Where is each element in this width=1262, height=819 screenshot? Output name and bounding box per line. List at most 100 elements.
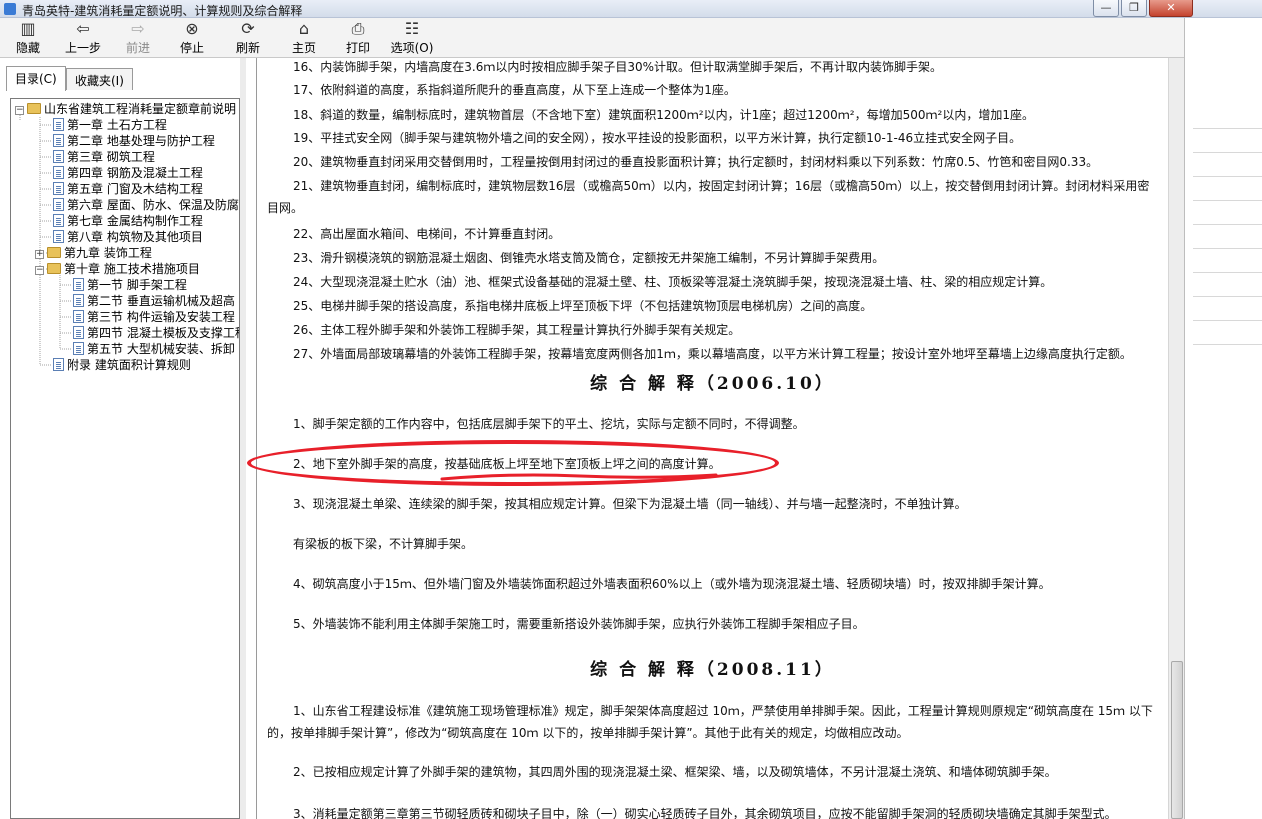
tree-item-chapter-7[interactable]: 第七章 金属结构制作工程 [53, 213, 203, 229]
explanation-2006-4: 4、砌筑高度小于15ｍ、但外墙门窗及外墙装饰面积超过外墙表面积60%以上（或外墙… [293, 577, 1051, 591]
tree-item-section-1[interactable]: 第一节 脚手架工程 [73, 277, 187, 293]
document-icon [53, 166, 64, 179]
tree-item-label: 第一章 土石方工程 [67, 118, 167, 132]
tree-item-label: 第九章 装饰工程 [64, 246, 152, 260]
scrollbar-thumb[interactable] [1171, 661, 1183, 819]
forward-button[interactable]: ⇨ 前进 [118, 20, 158, 56]
rule-19: 19、平挂式安全网（脚手架与建筑物外墙之间的安全网），按水平挂设的投影面积，以平… [293, 131, 1022, 145]
tree-root-label: 山东省建筑工程消耗量定额章前说明 [44, 102, 237, 116]
rule-20: 20、建筑物垂直封闭采用交替倒用时，工程量按倒用封闭过的垂直投影面积计算；执行定… [293, 155, 1099, 169]
explanation-2008-2: 2、已按相应规定计算了外脚手架的建筑物，其四周外围的现浇混凝土梁、框架梁、墙，以… [293, 765, 1057, 779]
print-button[interactable]: ⎙ 打印 [338, 20, 378, 56]
forward-arrow-icon: ⇨ [131, 19, 145, 38]
expand-icon[interactable]: + [35, 250, 44, 259]
vertical-scrollbar[interactable] [1168, 58, 1184, 819]
pane-splitter[interactable] [240, 58, 246, 819]
maximize-icon: ❐ [1129, 1, 1139, 14]
tree-item-chapter-9[interactable]: + 第九章 装饰工程 [35, 245, 152, 261]
document-icon [73, 326, 84, 339]
document-icon [53, 134, 64, 147]
tree-item-appendix[interactable]: 附录 建筑面积计算规则 [53, 357, 191, 373]
tree-item-section-5[interactable]: 第五节 大型机械安装、拆卸 [73, 341, 235, 357]
tab-contents[interactable]: 目录(C) [6, 66, 66, 91]
rule-16: 16、内装饰脚手架，内墙高度在3.6ｍ以内时按相应脚手架子目30%计取。但计取满… [293, 60, 943, 74]
explanation-2006-3-note: 有梁板的板下梁，不计算脚手架。 [293, 537, 474, 551]
section-title-2006: 综 合 解 释（2006.10） [590, 374, 835, 394]
refresh-label: 刷新 [235, 41, 260, 55]
tree-item-chapter-5[interactable]: 第五章 门窗及木结构工程 [53, 181, 203, 197]
stop-label: 停止 [179, 41, 204, 55]
back-arrow-icon: ⇦ [76, 19, 90, 38]
tree-item-section-4[interactable]: 第四节 混凝土模板及支撑工程 [73, 325, 240, 341]
tree-item-chapter-1[interactable]: 第一章 土石方工程 [53, 117, 167, 133]
folder-open-icon [47, 263, 61, 274]
window-title: 青岛英特-建筑消耗量定额说明、计算规则及综合解释 [22, 4, 303, 18]
home-icon: ⌂ [298, 19, 310, 38]
document-icon [53, 198, 64, 211]
refresh-button[interactable]: ⟳ 刷新 [228, 20, 268, 56]
rule-21: 21、建筑物垂直封闭，编制标底时，建筑物层数16层（或檐高50ｍ）以内，按固定封… [267, 179, 1150, 215]
back-label: 上一步 [64, 41, 101, 55]
folder-closed-icon [47, 247, 61, 258]
stop-button[interactable]: ⊗ 停止 [172, 20, 212, 56]
rule-26: 26、主体工程外脚手架和外装饰工程脚手架，其工程量计算执行外脚手架有关规定。 [293, 323, 741, 337]
collapse-icon[interactable]: − [15, 106, 24, 115]
options-label: 选项(O) [390, 41, 434, 55]
tree-item-label: 第七章 金属结构制作工程 [67, 214, 203, 228]
refresh-icon: ⟳ [241, 19, 255, 38]
annotation-underline [440, 473, 718, 481]
folder-open-icon [27, 103, 41, 114]
title-bar: 青岛英特-建筑消耗量定额说明、计算规则及综合解释 — ❐ ✕ [0, 0, 1262, 18]
options-button[interactable]: ☷ 选项(O) [388, 20, 436, 56]
tree-item-chapter-6[interactable]: 第六章 屋面、防水、保温及防腐 [53, 197, 239, 213]
rule-27: 27、外墙面局部玻璃幕墙的外装饰工程脚手架，按幕墙宽度两侧各加1ｍ，乘以幕墙高度… [293, 347, 1132, 361]
tree-item-label: 第六章 屋面、防水、保温及防腐 [67, 198, 239, 212]
rule-17: 17、依附斜道的高度，系指斜道所爬升的垂直高度，从下至上连成一个整体为1座。 [293, 83, 736, 97]
tree-item-chapter-3[interactable]: 第三章 砌筑工程 [53, 149, 155, 165]
tree-item-label: 第四章 钢筋及混凝土工程 [67, 166, 203, 180]
tree-item-label: 第二章 地基处理与防护工程 [67, 134, 215, 148]
rule-22: 22、高出屋面水箱间、电梯间，不计算垂直封闭。 [293, 227, 561, 241]
tree-item-section-3[interactable]: 第三节 构件运输及安装工程 [73, 309, 235, 325]
minimize-button[interactable]: — [1093, 0, 1119, 17]
home-button[interactable]: ⌂ 主页 [284, 20, 324, 56]
explanation-2006-5: 5、外墙装饰不能利用主体脚手架施工时，需要重新搭设外装饰脚手架，应执行外装饰工程… [293, 617, 865, 631]
document-icon [53, 150, 64, 163]
tree-item-label: 第五章 门窗及木结构工程 [67, 182, 203, 196]
back-button[interactable]: ⇦ 上一步 [60, 20, 106, 56]
tree-item-label: 第四节 混凝土模板及支撑工程 [87, 326, 240, 340]
document-icon [73, 342, 84, 355]
tree-item-label: 第五节 大型机械安装、拆卸 [87, 342, 235, 356]
hide-button[interactable]: ▥ 隐藏 [8, 20, 48, 56]
close-button[interactable]: ✕ [1149, 0, 1193, 17]
document-icon [73, 294, 84, 307]
home-label: 主页 [291, 41, 316, 55]
document-icon [53, 230, 64, 243]
tree-item-chapter-8[interactable]: 第八章 构筑物及其他项目 [53, 229, 203, 245]
minimize-icon: — [1100, 1, 1112, 14]
options-icon: ☷ [404, 19, 420, 38]
print-label: 打印 [345, 41, 370, 55]
rule-23: 23、滑升钢模浇筑的钢筋混凝土烟囱、倒锥壳水塔支筒及筒仓，定额按无井架施工编制，… [293, 251, 885, 265]
tree-item-chapter-2[interactable]: 第二章 地基处理与防护工程 [53, 133, 215, 149]
document-icon [53, 358, 64, 371]
stop-icon: ⊗ [185, 19, 199, 38]
tree-item-chapter-10[interactable]: − 第十章 施工技术措施项目 [35, 261, 200, 277]
tree-item-section-2[interactable]: 第二节 垂直运输机械及超高 [73, 293, 235, 309]
rule-25: 25、电梯井脚手架的搭设高度，系指电梯井底板上坪至顶板下坪（不包括建筑物顶层电梯… [293, 299, 873, 313]
forward-label: 前进 [125, 41, 150, 55]
tree-item-label: 第三章 砌筑工程 [67, 150, 155, 164]
document-icon [53, 182, 64, 195]
tree-item-label: 第十章 施工技术措施项目 [64, 262, 200, 276]
tree-item-chapter-4[interactable]: 第四章 钢筋及混凝土工程 [53, 165, 203, 181]
tree-item-label: 第一节 脚手架工程 [87, 278, 187, 292]
collapse-icon[interactable]: − [35, 266, 44, 275]
tree-item-label: 第二节 垂直运输机械及超高 [87, 294, 235, 308]
explanation-2006-1: 1、脚手架定额的工作内容中，包括底层脚手架下的平土、挖坑，实际与定额不同时，不得… [293, 417, 805, 431]
print-icon: ⎙ [351, 19, 365, 38]
app-icon [4, 3, 16, 15]
tab-favorites[interactable]: 收藏夹(I) [66, 68, 133, 90]
maximize-button[interactable]: ❐ [1121, 0, 1147, 17]
document-icon [53, 214, 64, 227]
tree-root[interactable]: − 山东省建筑工程消耗量定额章前说明 [15, 101, 236, 117]
